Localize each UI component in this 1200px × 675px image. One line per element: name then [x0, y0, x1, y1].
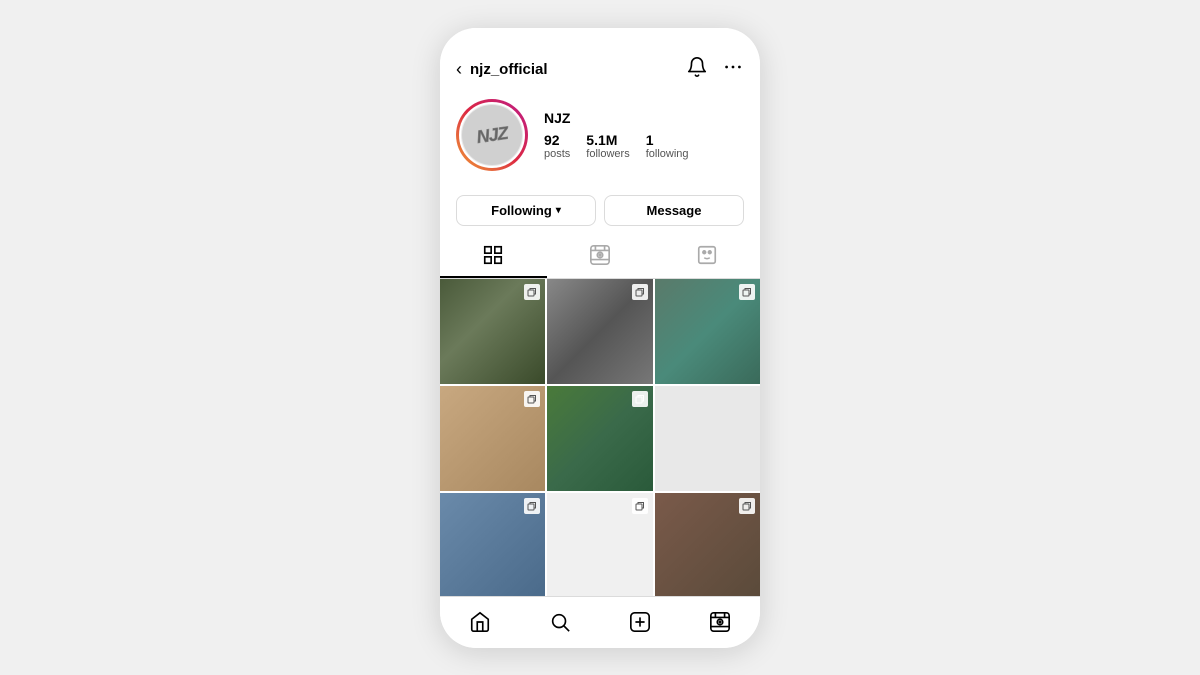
nav-left: ‹ njz_official	[456, 59, 548, 80]
tab-grid[interactable]	[440, 234, 547, 278]
action-buttons: Following ▾ Message	[440, 179, 760, 234]
multi-photo-icon-2	[632, 284, 648, 300]
multi-photo-icon-1	[524, 284, 540, 300]
message-button-label: Message	[647, 203, 702, 218]
posts-stat[interactable]: 92 posts	[544, 132, 570, 160]
message-button[interactable]: Message	[604, 195, 744, 226]
grid-cell-5[interactable]	[547, 386, 652, 491]
following-stat[interactable]: 1 following	[646, 132, 689, 160]
grid-cell-8[interactable]	[547, 493, 652, 595]
chevron-down-icon: ▾	[556, 205, 561, 216]
reels-nav-icon	[709, 611, 731, 633]
grid-cell-4[interactable]	[440, 386, 545, 491]
grid-cell-6[interactable]	[655, 386, 760, 491]
grid-cell-9[interactable]	[655, 493, 760, 595]
followers-count: 5.1M	[586, 132, 617, 148]
add-post-button[interactable]	[618, 600, 662, 644]
followers-label: followers	[586, 148, 629, 160]
status-bar	[440, 28, 760, 48]
reels-nav-button[interactable]	[698, 600, 742, 644]
profile-section: NJZ NJZ NJZ 92 posts 5.1M	[440, 89, 760, 179]
following-label: following	[646, 148, 689, 160]
nav-right	[686, 56, 744, 83]
home-button[interactable]	[458, 600, 502, 644]
phone-frame: ‹ njz_official	[440, 28, 760, 648]
multi-photo-icon-8	[632, 498, 648, 514]
back-button[interactable]: ‹	[456, 59, 462, 80]
posts-label: posts	[544, 148, 570, 160]
more-options-icon[interactable]	[722, 56, 744, 83]
posts-count: 92	[544, 132, 560, 148]
followers-stat[interactable]: 5.1M followers	[586, 132, 629, 160]
profile-row: NJZ NJZ NJZ 92 posts 5.1M	[456, 99, 744, 171]
photo-grid-area	[440, 279, 760, 596]
tabs-row	[440, 234, 760, 279]
search-icon	[549, 611, 571, 633]
top-navigation: ‹ njz_official	[440, 48, 760, 89]
grid-cell-7[interactable]	[440, 493, 545, 595]
tab-tagged[interactable]	[653, 234, 760, 278]
multi-photo-icon-9	[739, 498, 755, 514]
avatar: NJZ NJZ	[459, 102, 525, 168]
search-button[interactable]	[538, 600, 582, 644]
content-area: ‹ njz_official	[440, 48, 760, 648]
following-count: 1	[646, 132, 654, 148]
bottom-navigation	[440, 596, 760, 648]
grid-icon	[482, 244, 504, 266]
bell-icon[interactable]	[686, 56, 708, 83]
multi-photo-icon-5	[632, 391, 648, 407]
avatar-ring: NJZ NJZ	[456, 99, 528, 171]
profile-username: njz_official	[470, 61, 548, 78]
following-button-label: Following	[491, 203, 552, 218]
profile-stats: NJZ 92 posts 5.1M followers 1 following	[544, 110, 689, 160]
multi-photo-icon-4	[524, 391, 540, 407]
multi-photo-icon-3	[739, 284, 755, 300]
multi-photo-icon-7	[524, 498, 540, 514]
stats-row: 92 posts 5.1M followers 1 following	[544, 132, 689, 160]
avatar-wrapper[interactable]: NJZ NJZ	[456, 99, 528, 171]
tagged-icon	[696, 244, 718, 266]
tab-reels[interactable]	[547, 234, 654, 278]
grid-cell-3[interactable]	[655, 279, 760, 384]
avatar-art: NJZ NJZ	[462, 105, 522, 165]
grid-cell-2[interactable]	[547, 279, 652, 384]
following-button[interactable]: Following ▾	[456, 195, 596, 226]
reels-icon	[589, 244, 611, 266]
add-icon	[629, 611, 651, 633]
display-name: NJZ	[544, 110, 689, 126]
grid-cell-1[interactable]	[440, 279, 545, 384]
home-icon	[469, 611, 491, 633]
photo-grid	[440, 279, 760, 596]
